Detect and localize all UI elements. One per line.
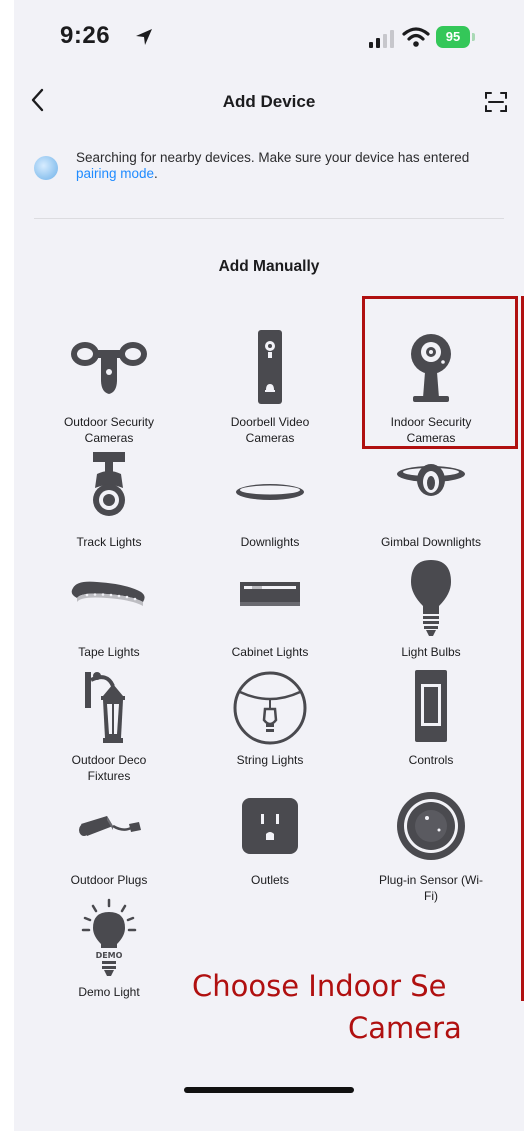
device-label: Cabinet Lights <box>231 645 309 659</box>
highlight-box <box>362 296 518 449</box>
device-tile[interactable]: Controls <box>352 666 510 768</box>
signal-icon <box>369 30 394 48</box>
device-tile[interactable]: DEMO Demo Light <box>30 898 188 1000</box>
cabinet-light-icon <box>240 582 300 606</box>
device-label: Track Lights <box>76 535 142 549</box>
light-bulb-icon <box>411 560 451 636</box>
divider <box>34 218 504 219</box>
device-tile[interactable]: Outlets <box>191 786 349 888</box>
device-label: Controls <box>408 753 454 767</box>
outlet-icon <box>242 798 298 854</box>
device-tile[interactable]: Outdoor Security Cameras <box>30 328 188 446</box>
notice-text: Searching for nearby devices. Make sure … <box>76 150 506 182</box>
device-tile[interactable]: Cabinet Lights <box>191 558 349 660</box>
annotation-line2: Camera <box>348 1011 462 1045</box>
scan-icon[interactable] <box>484 90 508 114</box>
battery-level: 95 <box>445 29 461 44</box>
device-label: Tape Lights <box>78 645 140 659</box>
wifi-icon <box>402 27 430 47</box>
battery-icon: 95 <box>436 26 475 48</box>
device-label: Outlets <box>250 873 289 887</box>
device-label: Demo Light <box>78 985 140 999</box>
device-label: Light Bulbs <box>401 645 461 659</box>
tape-light-icon <box>71 581 145 606</box>
device-tile[interactable]: Gimbal Downlights <box>352 448 510 550</box>
outdoor-camera-icon <box>71 342 147 394</box>
device-tile[interactable]: String Lights <box>191 666 349 768</box>
switch-icon <box>415 670 447 742</box>
downlight-icon <box>236 484 304 500</box>
annotation-caption: Choose Indoor Se Camera <box>192 965 524 1049</box>
searching-indicator-icon <box>34 156 58 180</box>
device-label: Plug-in Sensor (Wi- Fi) <box>378 873 484 903</box>
device-label: Outdoor Plugs <box>70 873 148 887</box>
sensor-icon <box>397 792 465 860</box>
device-tile[interactable]: Track Lights <box>30 448 188 550</box>
annotation-line1: Choose Indoor Se <box>192 969 447 1003</box>
device-tile[interactable]: Downlights <box>191 448 349 550</box>
nav-bar: Add Device <box>14 80 524 124</box>
gimbal-downlight-icon <box>397 464 465 496</box>
outdoor-plug-icon <box>79 816 141 836</box>
notice-text-after: . <box>154 166 158 181</box>
demo-light-icon: DEMO <box>81 898 137 976</box>
device-label: String Lights <box>236 753 304 767</box>
status-time: 9:26 <box>60 22 111 49</box>
device-label: Outdoor Deco Fixtures <box>71 753 147 783</box>
device-tile[interactable]: Doorbell Video Cameras <box>191 328 349 446</box>
device-tile[interactable]: Tape Lights <box>30 558 188 660</box>
device-tile[interactable]: Outdoor Plugs <box>30 786 188 888</box>
device-label: Downlights <box>240 535 300 549</box>
annotation-line <box>521 296 524 1001</box>
doorbell-icon <box>258 330 282 404</box>
outdoor-fixture-icon <box>85 672 125 743</box>
pairing-mode-link[interactable]: pairing mode <box>76 166 154 181</box>
device-tile[interactable]: Plug-in Sensor (Wi- Fi) <box>352 786 510 904</box>
status-bar: 9:26 95 <box>14 0 524 70</box>
page-title: Add Device <box>222 92 316 111</box>
demo-badge: DEMO <box>96 951 123 960</box>
track-light-icon <box>93 452 125 516</box>
device-tile[interactable]: Outdoor Deco Fixtures <box>30 666 188 784</box>
search-notice: Searching for nearby devices. Make sure … <box>34 148 504 188</box>
device-tile[interactable]: Light Bulbs <box>352 558 510 660</box>
location-arrow-icon <box>136 29 152 45</box>
string-light-icon <box>233 671 307 745</box>
notice-text-before: Searching for nearby devices. Make sure … <box>76 150 470 165</box>
device-label: Gimbal Downlights <box>380 535 482 549</box>
home-indicator <box>184 1087 354 1093</box>
section-title: Add Manually <box>218 258 320 275</box>
device-label: Outdoor Security Cameras <box>63 415 155 445</box>
phone-screen: 9:26 95 Add Device Searching for nearby … <box>14 0 524 1131</box>
device-label: Doorbell Video Cameras <box>230 415 310 445</box>
